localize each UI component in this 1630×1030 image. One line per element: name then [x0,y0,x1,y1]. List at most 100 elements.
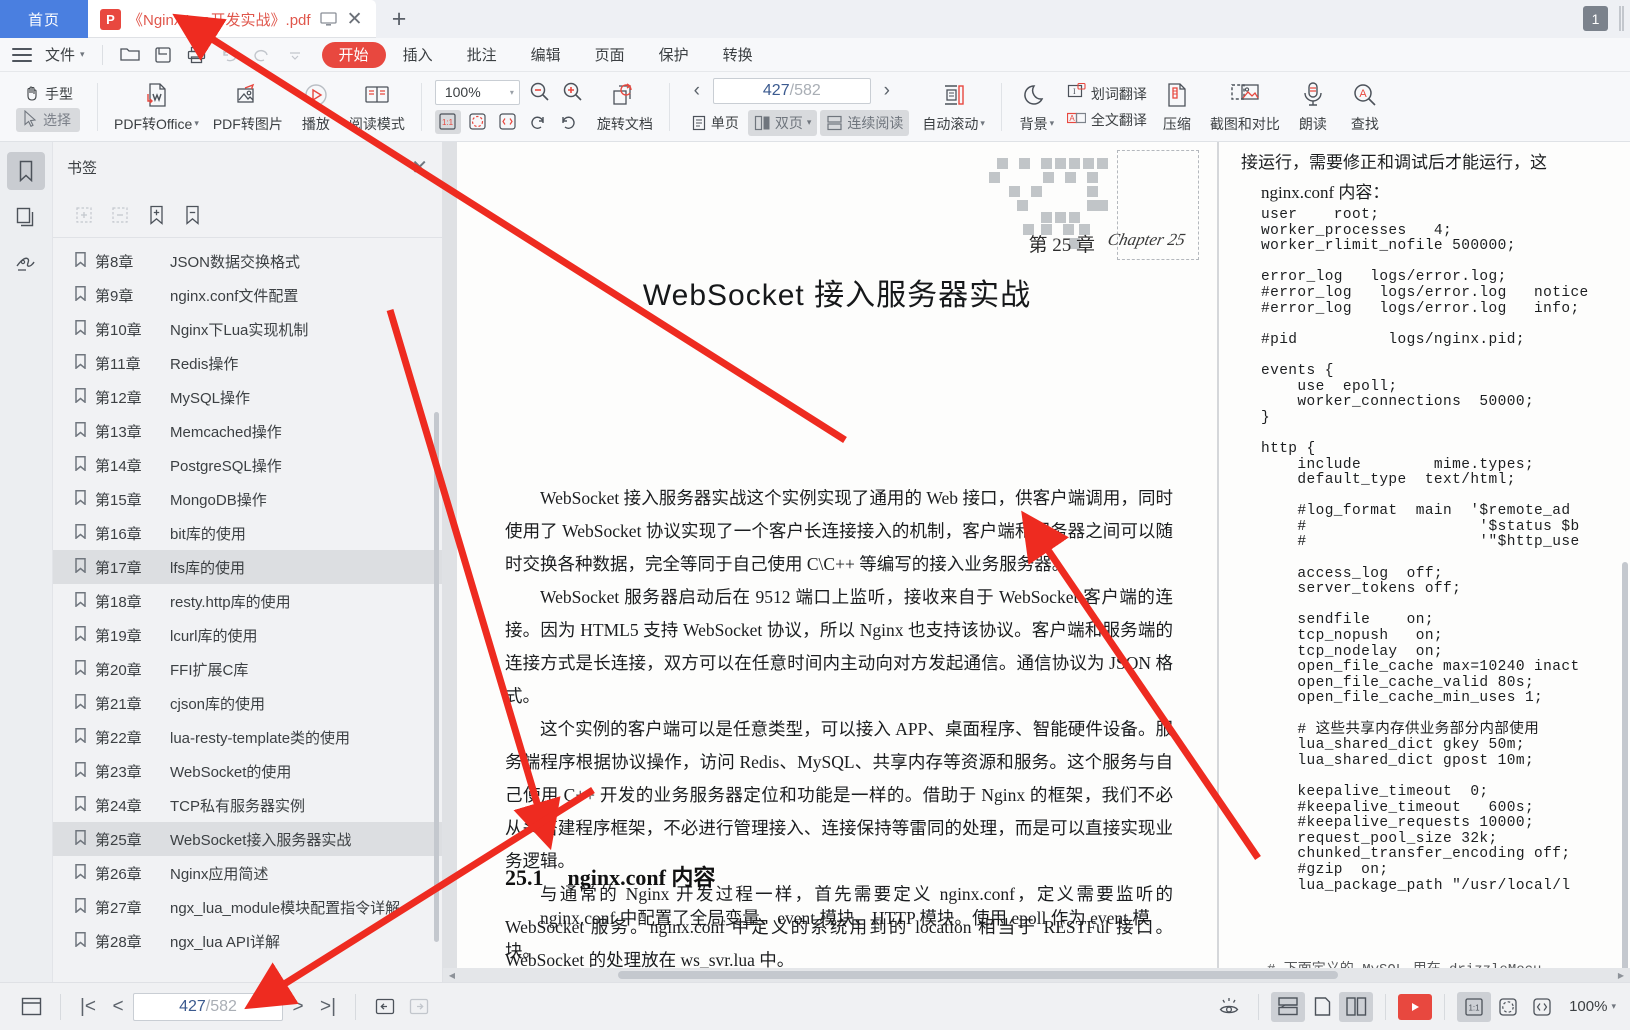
ribbon-next-page-button[interactable]: › [875,78,899,104]
bookmark-row[interactable]: 第12章 MySQL操作 [53,380,442,414]
continuous-view-button[interactable] [1271,991,1306,1022]
fit-page-button[interactable] [465,110,491,134]
print-icon[interactable] [180,42,213,68]
window-controls[interactable] [1619,6,1624,31]
viewer-horizontal-scrollbar-thumb[interactable] [618,971,1338,979]
save-icon[interactable] [147,42,180,68]
expand-all-icon[interactable] [73,204,95,226]
select-tool-button[interactable]: 选择 [16,107,80,132]
status-fit-width-button[interactable] [1525,992,1559,1022]
menu-tab-page[interactable]: 页面 [578,42,642,68]
fit-actual-size-button[interactable]: 1:1 [434,109,461,134]
new-tab-button[interactable]: + [376,0,422,38]
rotate-right-icon[interactable] [555,110,581,134]
rail-bookmark-button[interactable] [7,152,45,190]
bookmark-row[interactable]: 第18章 resty.http库的使用 [53,584,442,618]
status-fit-actual-button[interactable]: 1:1 [1457,991,1492,1022]
menu-tab-insert[interactable]: 插入 [386,42,450,68]
toggle-sidebar-button[interactable] [14,992,48,1022]
zoom-level-select[interactable]: 100% ▾ [434,79,520,105]
bookmark-row[interactable]: 第17章 lfs库的使用 [53,550,442,584]
fit-width-button[interactable] [495,110,521,134]
menu-tab-edit[interactable]: 编辑 [514,42,578,68]
eye-protect-button[interactable] [1212,992,1246,1022]
auto-scroll-button[interactable]: 自动滚动 ▾ [915,76,992,138]
rail-signature-button[interactable] [7,244,45,282]
bookmark-row[interactable]: 第16章 bit库的使用 [53,516,442,550]
rotate-left-icon[interactable] [525,110,551,134]
status-fit-page-button[interactable] [1491,992,1525,1022]
close-tab-icon[interactable]: ✕ [347,10,363,29]
next-page-button[interactable]: > [283,992,313,1022]
full-translate-button[interactable]: A 全文翻译 [1066,110,1147,130]
bookmark-row[interactable]: 第21章 cjson库的使用 [53,686,442,720]
slideshow-button[interactable] [1398,993,1433,1020]
bookmark-row[interactable]: 第20章 FFI扩展C库 [53,652,442,686]
first-page-button[interactable]: |< [73,992,103,1022]
zoom-out-icon[interactable] [527,80,553,104]
status-zoom-control[interactable]: 100% ▾ [1569,998,1616,1015]
menu-tab-comment[interactable]: 批注 [450,42,514,68]
menu-tab-convert[interactable]: 转换 [706,42,770,68]
bookmarks-scrollbar-thumb[interactable] [434,412,439,942]
add-bookmark-icon[interactable] [145,204,167,226]
close-panel-icon[interactable]: ✕ [411,155,428,180]
bookmark-row[interactable]: 第8章 JSON数据交换格式 [53,244,442,278]
bookmark-row[interactable]: 第26章 Nginx应用简述 [53,856,442,890]
status-page-input[interactable]: 427/582 [133,992,283,1021]
rotate-document-button[interactable]: 旋转文档 [590,76,660,138]
pdf-to-image-button[interactable]: PDF转图片 [206,76,290,138]
nav-forward-button[interactable] [402,992,436,1022]
bookmark-row[interactable]: 第15章 MongoDB操作 [53,482,442,516]
find-button[interactable]: A 查找 [1339,76,1391,138]
bookmark-row[interactable]: 第22章 lua-resty-template类的使用 [53,720,442,754]
menu-file[interactable]: 文件 ▾ [39,44,91,65]
scroll-left-icon[interactable]: ◀ [445,968,459,982]
menu-hamburger-icon[interactable] [12,47,32,62]
tab-document[interactable]: P 《Nginx Lua开发实战》.pdf ✕ [88,0,376,38]
pdf-to-office-button[interactable]: PDF转Office ▾ [107,76,206,138]
single-page-view-button[interactable]: 单页 [685,110,745,136]
read-aloud-button[interactable]: 朗读 [1287,76,1339,138]
open-folder-icon[interactable] [114,42,147,68]
collapse-all-icon[interactable] [109,204,131,226]
double-page-view-button[interactable] [1339,991,1374,1022]
remove-bookmark-icon[interactable] [181,204,203,226]
screenshot-compare-button[interactable]: 截图和对比 [1203,76,1287,138]
play-button[interactable]: 播放 [290,76,342,138]
bookmark-row[interactable]: 第10章 Nginx下Lua实现机制 [53,312,442,346]
scroll-right-icon[interactable]: ▶ [1614,968,1628,982]
continuous-read-button[interactable]: 连续阅读 [820,109,910,136]
menu-tab-protect[interactable]: 保护 [642,42,706,68]
compress-button[interactable]: 压缩 [1151,76,1203,138]
rail-thumbnail-button[interactable] [7,198,45,236]
zoom-in-icon[interactable] [560,80,586,104]
redo-icon[interactable] [246,42,279,68]
background-button[interactable]: 背景 ▾ [1011,76,1063,138]
tab-home[interactable]: 首页 [0,0,88,38]
more-tools-icon[interactable] [279,42,312,68]
ribbon-page-input[interactable]: 427/582 [712,77,871,104]
undo-icon[interactable] [213,42,246,68]
bookmarks-list[interactable]: 第8章 JSON数据交换格式 第9章 nginx.conf文件配置 第10章 Nginx下… [53,238,442,982]
viewer-horizontal-scrollbar[interactable]: ◀ ▶ [443,968,1630,982]
nav-back-button[interactable] [368,992,402,1022]
bookmark-row[interactable]: 第27章 ngx_lua_module模块配置指令详解 [53,890,442,924]
word-translate-button[interactable]: I 划词翻译 [1067,82,1147,104]
menu-tab-start[interactable]: 开始 [321,41,386,68]
bookmark-row[interactable]: 第19章 lcurl库的使用 [53,618,442,652]
last-page-button[interactable]: >| [313,992,343,1022]
bookmark-row[interactable]: 第11章 Redis操作 [53,346,442,380]
monitor-icon[interactable] [318,8,340,30]
prev-page-button[interactable]: < [103,992,133,1022]
bookmark-row[interactable]: 第24章 TCP私有服务器实例 [53,788,442,822]
bookmark-row[interactable]: 第25章 WebSocket接入服务器实战 [53,822,442,856]
bookmark-row[interactable]: 第9章 nginx.conf文件配置 [53,278,442,312]
bookmark-row[interactable]: 第28章 ngx_lua API详解 [53,924,442,958]
bookmark-row[interactable]: 第14章 PostgreSQL操作 [53,448,442,482]
hand-tool-button[interactable]: 手型 [16,82,80,106]
bookmark-row[interactable]: 第13章 Memcached操作 [53,414,442,448]
bookmark-row[interactable]: 第23章 WebSocket的使用 [53,754,442,788]
viewer-vertical-scrollbar-thumb[interactable] [1622,562,1628,982]
double-page-view-button[interactable]: 双页 ▾ [747,109,818,136]
